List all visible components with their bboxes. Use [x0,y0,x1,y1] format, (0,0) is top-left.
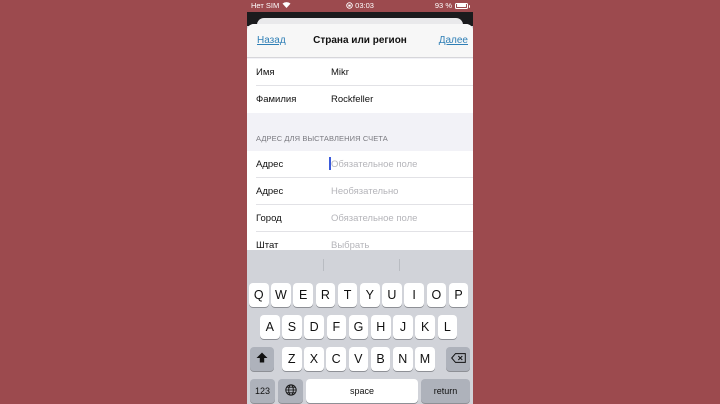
globe-key[interactable] [278,379,303,403]
battery-percent: 93 % [434,1,452,10]
key-v[interactable]: V [348,347,369,371]
key-y[interactable]: Y [360,283,380,307]
battery-fill [456,4,467,7]
key-e[interactable]: E [293,283,313,307]
shift-key[interactable] [250,347,274,371]
navigation-bar: Назад Страна или регион Далее [247,24,473,58]
suggestion-divider [323,259,324,271]
status-right: 93 % [434,1,470,10]
state-label: Штат [256,240,279,250]
key-c[interactable]: C [326,347,346,371]
space-key[interactable]: space [306,379,418,403]
address-line1-row[interactable]: Адрес Обязательное поле [256,151,473,178]
suggestion-bar [247,250,473,278]
first-name-row[interactable]: Имя Mikr [256,59,473,86]
key-i[interactable]: I [404,283,424,307]
keyboard: QWERTYUIOP ASDFGHJKL ZXCVBNM 123 space r… [247,250,473,404]
address-line2-label: Адрес [256,186,284,197]
address-line2-field[interactable]: Необязательно [331,186,398,197]
first-name-field[interactable]: Mikr [331,67,349,78]
city-label: Город [256,213,282,224]
billing-group: Адрес Обязательное поле Адрес Необязател… [247,151,473,250]
name-group: Имя Mikr Фамилия Rockfeller [247,59,473,113]
key-t[interactable]: T [337,283,358,307]
key-p[interactable]: P [448,283,469,307]
state-picker[interactable]: Выбрать [331,240,369,250]
key-u[interactable]: U [382,283,402,307]
last-name-field[interactable]: Rockfeller [331,94,373,105]
shift-icon [256,352,268,366]
city-field[interactable]: Обязательное поле [331,213,417,224]
key-g[interactable]: G [348,315,369,339]
address-sheet: Назад Страна или регион Далее Имя Mikr Ф… [247,24,473,250]
key-r[interactable]: R [315,283,336,307]
globe-icon [284,383,297,399]
key-a[interactable]: A [260,315,280,339]
key-x[interactable]: X [304,347,324,371]
status-bar: Нет SIM 03:03 93 % [247,0,473,12]
suggestion-divider [399,259,400,271]
backspace-icon [450,352,466,366]
city-row[interactable]: Город Обязательное поле [256,205,473,232]
key-f[interactable]: F [326,315,347,339]
key-q[interactable]: Q [249,283,269,307]
key-d[interactable]: D [304,315,324,339]
key-z[interactable]: Z [282,347,302,371]
key-h[interactable]: H [371,315,391,339]
address-line1-field[interactable]: Обязательное поле [331,159,417,170]
numbers-key[interactable]: 123 [250,379,275,403]
key-o[interactable]: O [426,283,447,307]
state-row[interactable]: Штат Выбрать [256,232,473,250]
key-l[interactable]: L [437,315,458,339]
next-button[interactable]: Далее [439,35,468,46]
key-n[interactable]: N [393,347,413,371]
last-name-label: Фамилия [256,94,297,105]
key-k[interactable]: K [415,315,435,339]
key-b[interactable]: B [370,347,391,371]
return-key[interactable]: return [421,379,470,403]
phone-screen: Нет SIM 03:03 93 % Назад Страна или реги… [247,0,473,404]
key-s[interactable]: S [282,315,302,339]
first-name-label: Имя [256,67,275,78]
key-j[interactable]: J [393,315,413,339]
backspace-key[interactable] [446,347,470,371]
address-line2-row[interactable]: Адрес Необязательно [256,178,473,205]
key-w[interactable]: W [271,283,291,307]
address-line1-label: Адрес [256,159,284,170]
billing-section-header: АДРЕС ДЛЯ ВЫСТАВЛЕНИЯ СЧЕТА [256,134,388,143]
status-time: 03:03 [355,1,374,10]
orientation-lock-icon [346,1,355,10]
last-name-row[interactable]: Фамилия Rockfeller [256,86,473,113]
battery-icon [455,2,470,9]
key-m[interactable]: M [415,347,435,371]
